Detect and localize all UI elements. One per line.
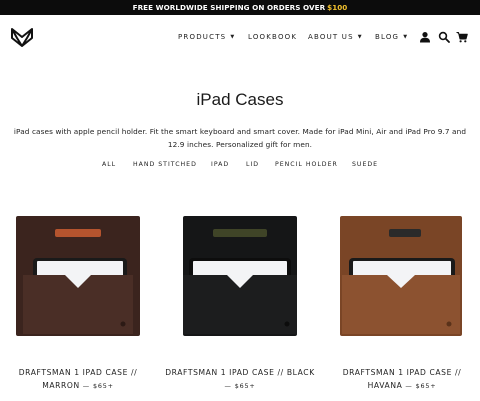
search-icon[interactable]	[438, 31, 450, 43]
product-title[interactable]: DRAFTSMAN 1 IPAD CASE // BLACK — $65+	[165, 366, 315, 393]
cart-icon[interactable]	[456, 31, 468, 43]
filter-ipad[interactable]: IPAD	[211, 161, 229, 168]
promo-amount: $100	[327, 3, 348, 12]
collection-filters: ALL HAND STITCHED IPAD LID PENCIL HOLDER…	[0, 161, 480, 171]
nav-products[interactable]: PRODUCTS ▼	[178, 33, 234, 41]
product-title-line1: DRAFTSMAN 1 IPAD CASE //	[342, 368, 462, 377]
filter-lid[interactable]: LID	[246, 161, 259, 168]
promo-bar: FREE WORLDWIDE SHIPPING ON ORDERS OVER $…	[0, 0, 480, 15]
chevron-down-icon: ▼	[230, 34, 235, 40]
price-separator: —	[82, 382, 90, 390]
collection-description: iPad cases with apple pencil holder. Fit…	[13, 127, 467, 149]
price-separator: —	[224, 382, 232, 390]
chevron-down-icon: ▼	[357, 34, 362, 40]
product-card[interactable]: DRAFTSMAN 1 IPAD CASE // HAVANA — $65+	[337, 212, 467, 390]
nav-blog-label: BLOG	[375, 33, 400, 41]
product-card[interactable]: DRAFTSMAN 1 IPAD CASE // BLACK — $65+	[165, 212, 314, 390]
promo-text: FREE WORLDWIDE SHIPPING ON ORDERS OVER	[132, 3, 326, 12]
filter-pencil-holder[interactable]: PENCIL HOLDER	[275, 161, 338, 168]
nav-lookbook-label: LOOKBOOK	[248, 33, 298, 41]
product-title-line1: DRAFTSMAN 1 IPAD CASE // BLACK	[165, 368, 315, 377]
price-separator: —	[405, 382, 413, 390]
user-icon[interactable]	[419, 31, 431, 43]
product-image[interactable]	[175, 212, 305, 340]
product-price: $65+	[415, 382, 437, 390]
product-image[interactable]	[13, 212, 143, 340]
nav-blog[interactable]: BLOG ▼	[375, 33, 407, 41]
nav-about-label: ABOUT US	[308, 33, 354, 41]
product-title-line2: HAVANA	[367, 381, 403, 390]
product-title[interactable]: DRAFTSMAN 1 IPAD CASE // HAVANA — $65+	[327, 366, 477, 393]
nav-lookbook[interactable]: LOOKBOOK	[248, 33, 297, 41]
filter-suede[interactable]: SUEDE	[352, 161, 378, 168]
product-price: $65+	[93, 382, 114, 390]
product-card[interactable]: DRAFTSMAN 1 IPAD CASE // MARRON — $65+	[13, 212, 143, 390]
filter-hand-stitched[interactable]: HAND STITCHED	[133, 161, 197, 168]
product-price: $65+	[234, 382, 256, 390]
fox-logo-icon[interactable]	[10, 26, 34, 48]
filter-all[interactable]: ALL	[102, 161, 116, 168]
product-title-line2: MARRON	[42, 381, 80, 390]
nav-products-label: PRODUCTS	[178, 33, 227, 41]
nav-about[interactable]: ABOUT US ▼	[308, 33, 362, 41]
product-image[interactable]	[337, 212, 467, 340]
product-title-line1: DRAFTSMAN 1 IPAD CASE //	[18, 368, 138, 377]
chevron-down-icon: ▼	[403, 34, 408, 40]
page-title: iPad Cases	[196, 90, 284, 109]
product-title[interactable]: DRAFTSMAN 1 IPAD CASE // MARRON — $65+	[3, 366, 153, 393]
